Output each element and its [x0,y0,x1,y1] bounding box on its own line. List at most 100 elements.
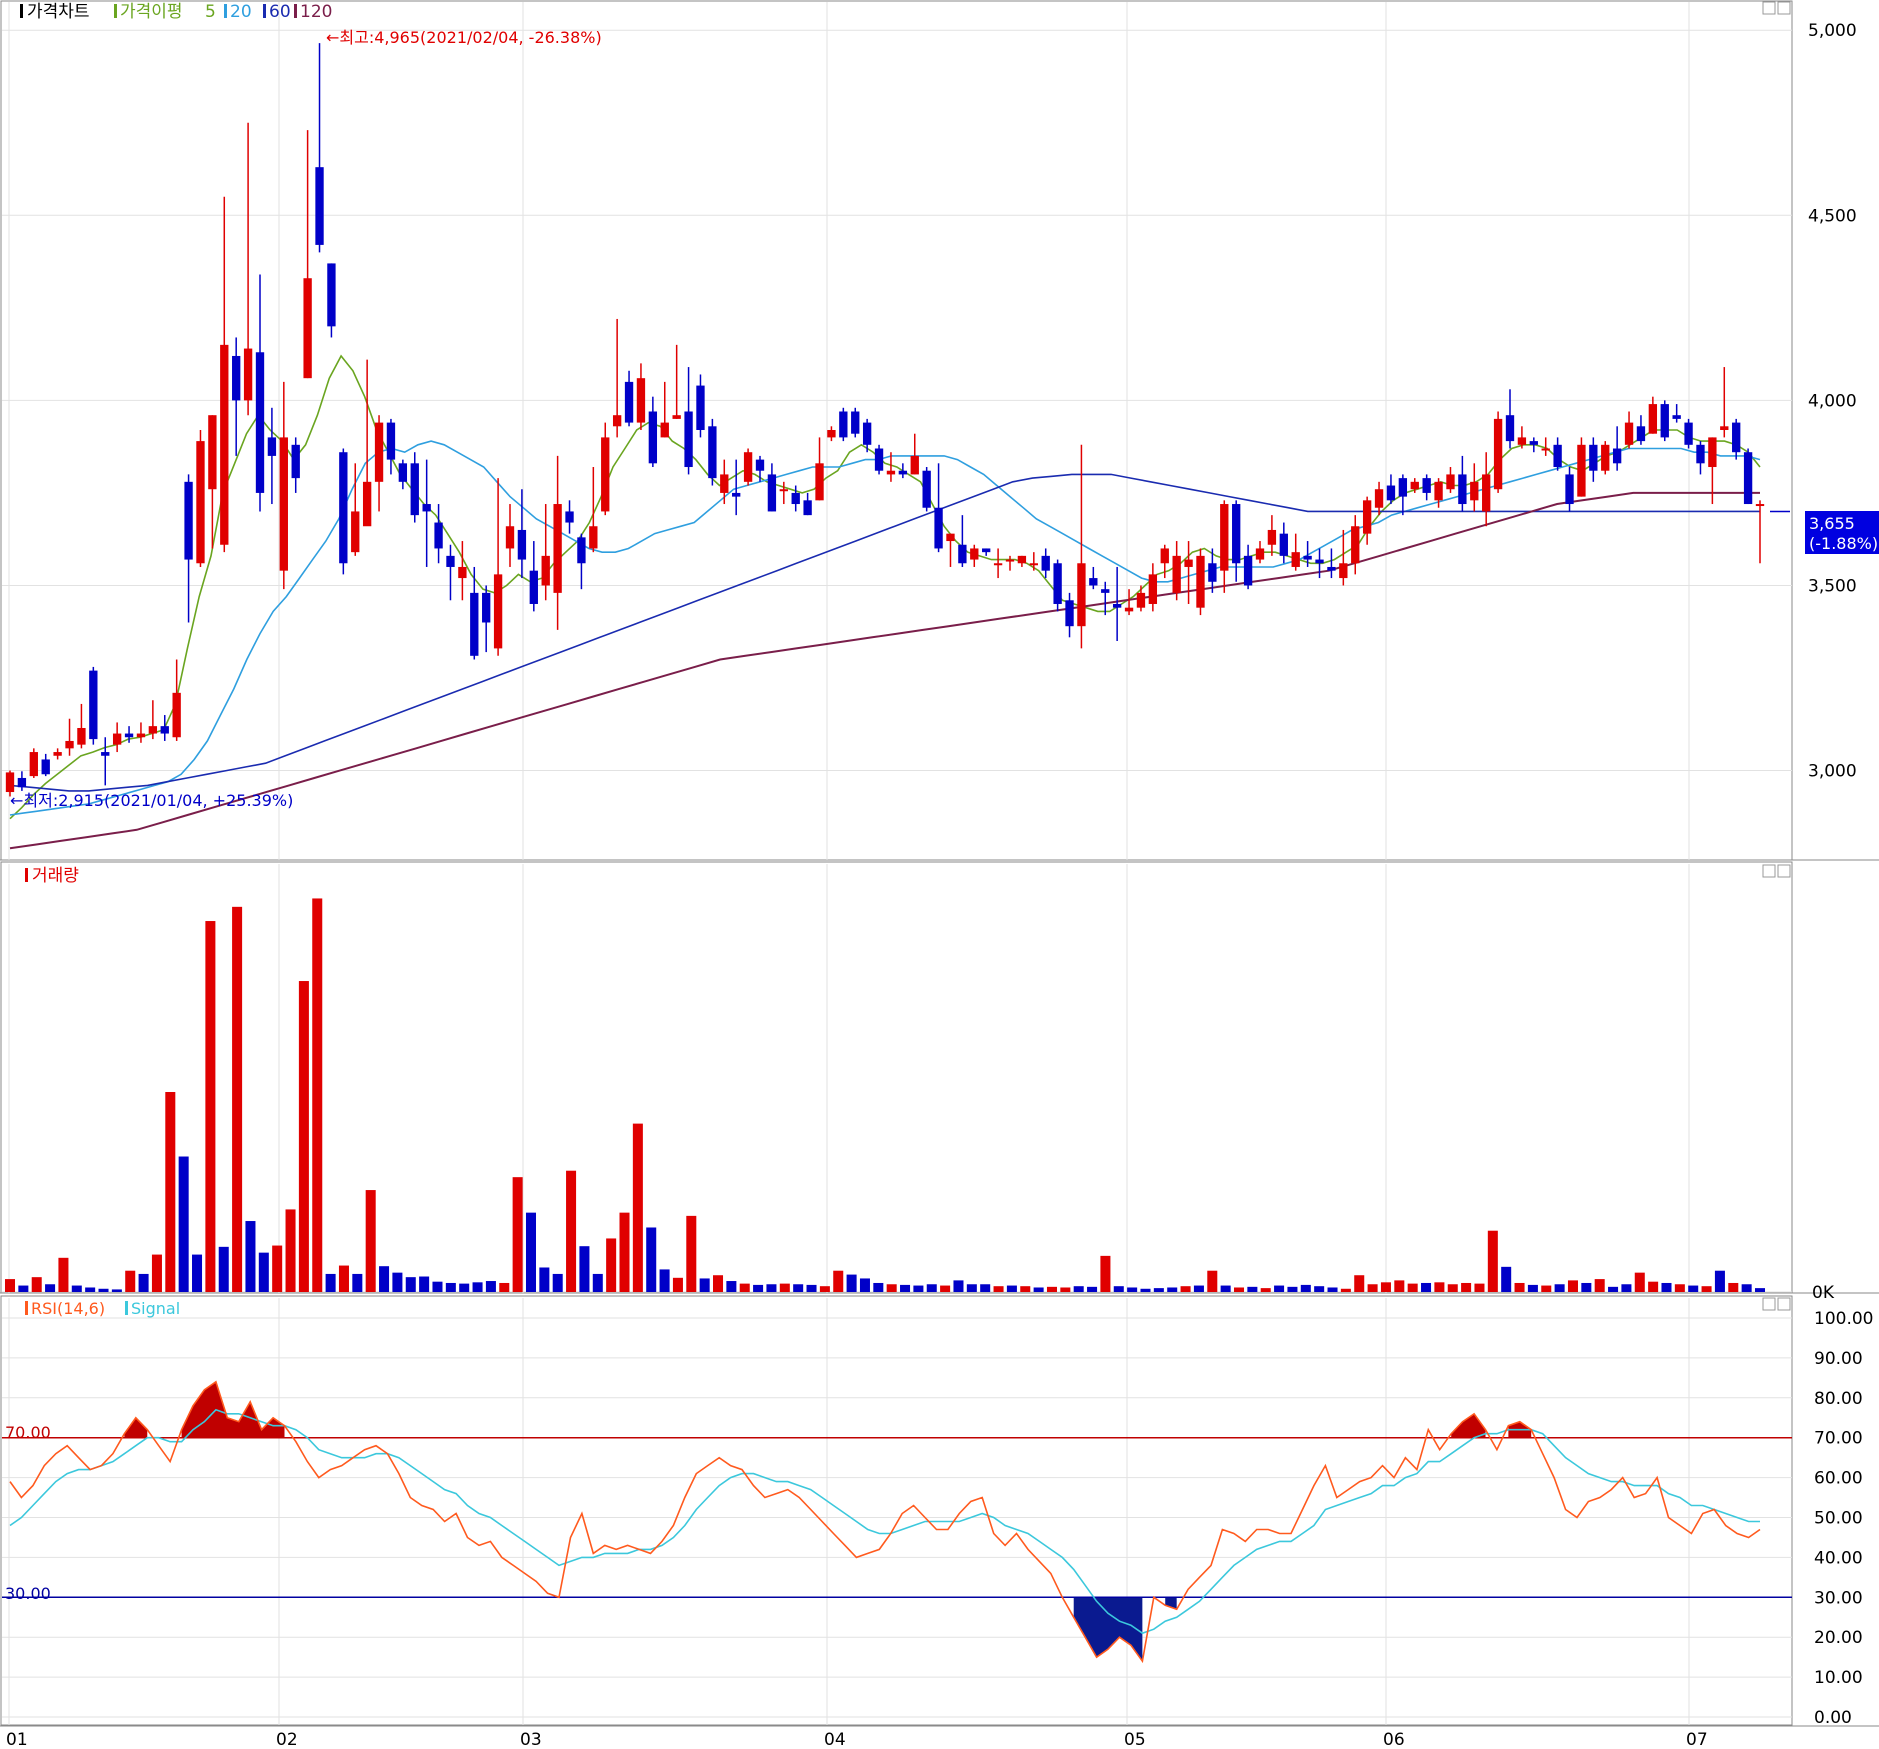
volume-bar [98,1288,109,1292]
candle-body [458,566,467,579]
rsi-y-tick: 70.00 [1814,1429,1863,1449]
volume-bar [432,1281,443,1292]
rsi-y-tick: 40.00 [1814,1548,1863,1568]
volume-bar [632,1123,643,1292]
candle-body [482,592,491,623]
candle-body [422,504,431,512]
ma120-label: 120 [300,2,332,22]
x-tick-label: 06 [1383,1730,1405,1749]
candle-body [362,481,372,527]
candle-body [1553,444,1562,468]
moving-average-lines [9,354,1790,850]
minimize-icon[interactable] [1762,864,1776,878]
minimize-icon[interactable] [1762,1297,1776,1311]
rsi-y-tick: 30.00 [1814,1588,1863,1608]
volume-bar [1327,1287,1338,1292]
candle-body [1124,607,1134,612]
candle-body [708,426,717,479]
volume-legend[interactable]: 거래량 [25,866,79,886]
candle-body [1636,426,1646,442]
volume-bar [1728,1282,1739,1292]
volume-bar [1501,1266,1512,1292]
candle-body [851,411,860,434]
candle-body [1374,489,1384,508]
candle-body [446,555,455,567]
close-icon[interactable] [1777,864,1791,878]
candle-body [5,772,15,793]
volume-bar [993,1286,1004,1292]
volume-bar [1688,1285,1699,1292]
candle-body [1172,555,1181,593]
volume-bar [1033,1287,1044,1292]
price-y-tick: 3,500 [1808,576,1857,596]
ma-label: 가격이평 [120,2,183,22]
candle-body [1267,529,1277,545]
volume-bar [1527,1284,1538,1292]
candle-body [1386,485,1396,501]
candle-body [755,459,765,471]
volume-bar [926,1284,937,1292]
price-chart-title: 가격차트 [27,2,90,22]
volume-bar [1233,1287,1245,1292]
candle-body [1291,552,1300,567]
candle-body [636,378,646,423]
candle-body [1458,474,1467,505]
volume-bar [525,1212,537,1292]
candle-body [208,415,217,490]
candle-body [743,452,753,482]
volume-bar [392,1272,403,1292]
signal-title: Signal [131,1299,180,1318]
volume-bar [1421,1282,1432,1292]
candle-body [1696,444,1705,464]
signal-line [9,1408,1760,1635]
close-icon[interactable] [1777,1,1791,15]
candle-body [1339,563,1348,579]
candle-body [1482,474,1491,512]
volume-bar [1754,1288,1766,1292]
candle-body [101,752,110,756]
candle-body [1029,563,1038,566]
volume-bar [1447,1284,1458,1292]
close-icon[interactable] [1777,1297,1791,1311]
minimize-icon[interactable] [1762,1,1776,15]
rsi-y-tick: 20.00 [1814,1628,1863,1648]
candle-body [1434,481,1443,501]
candle-body [1505,415,1515,442]
volume-bar [793,1284,804,1292]
axis-labels: 01 02 03 04 05 06 07 3,000 3,500 4,000 4,500 5,000 0… [6,21,1873,1749]
volume-bar [552,1273,563,1292]
candle-body [327,263,336,327]
candle-body [1732,422,1741,453]
candle-body [1493,418,1503,490]
volume-bar [151,1254,162,1292]
volume-bar [592,1273,603,1292]
volume-bar [512,1177,523,1292]
candle-body [410,463,419,516]
volume-bar [192,1254,203,1292]
volume-bar [165,1092,176,1292]
volume-bar [405,1277,416,1292]
volume-bar [846,1274,857,1292]
volume-bar [205,921,216,1292]
volume-bar [272,1245,283,1292]
volume-bar [1594,1279,1605,1292]
rsi-panel-controls[interactable] [1762,1297,1791,1311]
volume-bar [659,1269,670,1292]
volume-bar [940,1285,951,1292]
volume-bar [285,1209,296,1292]
price-panel-controls[interactable] [1762,1,1791,15]
candle-body [505,526,515,549]
rsi-legend[interactable]: RSI(14,6) Signal [25,1299,180,1318]
rsi-y-tick: 60.00 [1814,1469,1863,1489]
candle-body [827,430,836,438]
price-legend[interactable]: 가격차트 가격이평 5 20 60 120 [20,2,332,22]
volume-panel-controls[interactable] [1762,864,1791,878]
candle-body [1112,603,1122,608]
candle-body [1529,441,1538,445]
volume-bar [686,1215,697,1292]
volume-bar [806,1284,817,1292]
high-annotation: ←최고:4,965(2021/02/04, -26.38%) [326,28,602,47]
candle-body [243,348,253,401]
volume-bar [646,1227,657,1292]
candle-body [1327,566,1336,571]
